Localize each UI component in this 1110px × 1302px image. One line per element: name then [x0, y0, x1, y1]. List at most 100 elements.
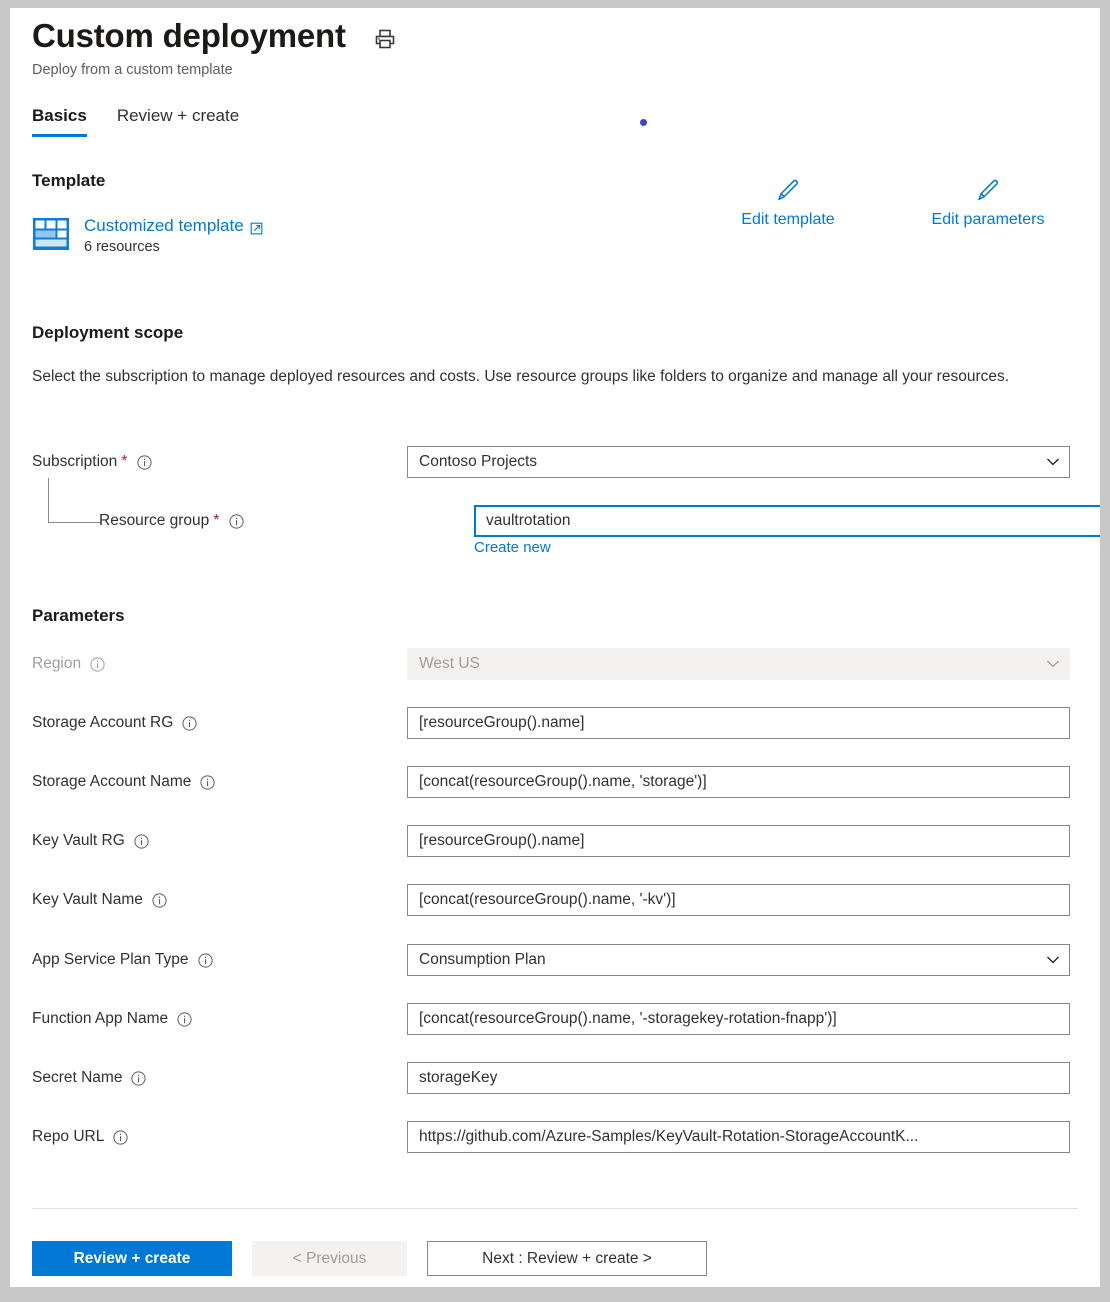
create-new-resource-group-link[interactable]: Create new	[474, 539, 551, 556]
template-section: Template Customized template	[32, 171, 1072, 255]
footer-actions: Review + create < Previous Next : Review…	[32, 1241, 707, 1276]
storage-account-name-input[interactable]: [concat(resourceGroup().name, 'storage')…	[407, 766, 1070, 798]
repo-url-label-text: Repo URL	[32, 1128, 104, 1146]
secret-name-input[interactable]: storageKey	[407, 1062, 1070, 1094]
edit-template-label: Edit template	[741, 211, 834, 229]
key-vault-name-label-text: Key Vault Name	[32, 891, 143, 909]
app-service-plan-type-control: Consumption Plan	[407, 944, 1078, 976]
template-info: Customized template 6 resources	[84, 215, 263, 255]
key-vault-name-input[interactable]: [concat(resourceGroup().name, '-kv')]	[407, 884, 1070, 916]
region-control: West US	[407, 648, 1078, 680]
key-vault-rg-label-text: Key Vault RG	[32, 832, 125, 850]
repo-url-control: https://github.com/Azure-Samples/KeyVaul…	[407, 1121, 1078, 1153]
parameters-heading: Parameters	[32, 606, 125, 626]
info-icon[interactable]	[198, 953, 213, 968]
function-app-name-control: [concat(resourceGroup().name, '-storagek…	[407, 1003, 1078, 1035]
pencil-icon	[973, 175, 1003, 205]
template-grid-icon	[32, 215, 70, 253]
resource-group-label-text: Resource group	[99, 512, 209, 530]
function-app-name-input-wrap: [concat(resourceGroup().name, '-storagek…	[407, 1003, 1070, 1035]
key-vault-rg-input[interactable]: [resourceGroup().name]	[407, 825, 1070, 857]
storage-account-rg-input[interactable]: [resourceGroup().name]	[407, 707, 1070, 739]
template-resource-count: 6 resources	[84, 239, 263, 255]
repo-url-label: Repo URL	[32, 1128, 407, 1146]
template-row: Customized template 6 resources	[32, 215, 1072, 255]
custom-deployment-blade: Custom deployment Deploy from a custom t…	[10, 8, 1100, 1287]
title-row: Custom deployment	[32, 18, 1072, 54]
storage-account-name-input-wrap: [concat(resourceGroup().name, 'storage')…	[407, 766, 1070, 798]
pencil-icon	[773, 175, 803, 205]
secret-name-input-wrap: storageKey	[407, 1062, 1070, 1094]
required-marker: *	[213, 513, 219, 529]
storage-account-rg-control: [resourceGroup().name]	[407, 707, 1078, 739]
key-vault-name-control: [concat(resourceGroup().name, '-kv')]	[407, 884, 1078, 916]
page-title: Custom deployment	[32, 18, 346, 54]
resource-group-control: vaultrotation Create new	[474, 505, 1100, 537]
storage-account-name-label-text: Storage Account Name	[32, 773, 191, 791]
info-icon[interactable]	[113, 1130, 128, 1145]
field-row-region: Region West US	[32, 648, 1078, 680]
info-icon[interactable]	[229, 514, 244, 529]
app-service-plan-type-label-text: App Service Plan Type	[32, 951, 189, 969]
resource-group-dropdown[interactable]: vaultrotation Create new	[474, 505, 1100, 537]
function-app-name-input[interactable]: [concat(resourceGroup().name, '-storagek…	[407, 1003, 1070, 1035]
repo-url-input-wrap: https://github.com/Azure-Samples/KeyVaul…	[407, 1121, 1070, 1153]
external-link-icon	[250, 220, 263, 233]
info-icon[interactable]	[152, 893, 167, 908]
key-vault-rg-control: [resourceGroup().name]	[407, 825, 1078, 857]
subscription-label-text: Subscription	[32, 453, 117, 471]
edit-template-button[interactable]: Edit template	[722, 175, 854, 229]
secret-name-label: Secret Name	[32, 1069, 407, 1087]
repo-url-input[interactable]: https://github.com/Azure-Samples/KeyVaul…	[407, 1121, 1070, 1153]
edit-parameters-label: Edit parameters	[932, 211, 1045, 229]
print-icon[interactable]	[374, 28, 396, 50]
field-row-key-vault-name: Key Vault Name [concat(resourceGroup().n…	[32, 884, 1078, 916]
secret-name-control: storageKey	[407, 1062, 1078, 1094]
secret-name-label-text: Secret Name	[32, 1069, 122, 1087]
function-app-name-label-text: Function App Name	[32, 1010, 168, 1028]
region-dropdown: West US	[407, 648, 1070, 680]
customized-template-link[interactable]: Customized template	[84, 216, 263, 236]
subscription-dropdown[interactable]: Contoso Projects	[407, 446, 1070, 478]
region-label: Region	[32, 655, 407, 673]
blade-header: Custom deployment Deploy from a custom t…	[32, 18, 1072, 78]
review-create-button[interactable]: Review + create	[32, 1241, 232, 1276]
field-row-repo-url: Repo URL https://github.com/Azure-Sample…	[32, 1121, 1078, 1153]
storage-account-rg-label-text: Storage Account RG	[32, 714, 173, 732]
storage-account-name-label: Storage Account Name	[32, 773, 407, 791]
tab-list: Basics Review + create	[32, 106, 239, 137]
info-icon[interactable]	[200, 775, 215, 790]
template-edit-actions: Edit template Edit parameters	[722, 175, 1054, 229]
subscription-label: Subscription *	[32, 453, 407, 471]
next-review-create-button[interactable]: Next : Review + create >	[427, 1241, 707, 1276]
info-icon[interactable]	[131, 1071, 146, 1086]
footer-separator	[32, 1208, 1078, 1209]
region-label-text: Region	[32, 655, 81, 673]
key-vault-name-input-wrap: [concat(resourceGroup().name, '-kv')]	[407, 884, 1070, 916]
region-value: West US	[407, 648, 1070, 680]
key-vault-name-label: Key Vault Name	[32, 891, 407, 909]
storage-account-name-control: [concat(resourceGroup().name, 'storage')…	[407, 766, 1078, 798]
deployment-scope-section: Deployment scope Select the subscription…	[32, 323, 1072, 389]
app-service-plan-type-dropdown[interactable]: Consumption Plan	[407, 944, 1070, 976]
field-row-app-service-plan-type: App Service Plan Type Consumption Plan	[32, 944, 1078, 976]
subscription-control: Contoso Projects	[407, 446, 1078, 478]
storage-account-rg-input-wrap: [resourceGroup().name]	[407, 707, 1070, 739]
deployment-scope-description: Select the subscription to manage deploy…	[32, 365, 1022, 389]
info-icon[interactable]	[134, 834, 149, 849]
cursor-dot-marker	[640, 119, 647, 126]
info-icon[interactable]	[137, 455, 152, 470]
info-icon[interactable]	[182, 716, 197, 731]
tab-basics[interactable]: Basics	[32, 106, 87, 137]
edit-parameters-button[interactable]: Edit parameters	[922, 175, 1054, 229]
field-row-subscription: Subscription * Contoso Projects	[32, 446, 1078, 478]
key-vault-rg-input-wrap: [resourceGroup().name]	[407, 825, 1070, 857]
field-row-storage-account-rg: Storage Account RG [resourceGroup().name…	[32, 707, 1078, 739]
info-icon[interactable]	[90, 657, 105, 672]
info-icon[interactable]	[177, 1012, 192, 1027]
deployment-scope-heading: Deployment scope	[32, 323, 1072, 343]
function-app-name-label: Function App Name	[32, 1010, 407, 1028]
tab-review-create[interactable]: Review + create	[117, 106, 239, 137]
field-row-function-app-name: Function App Name [concat(resourceGroup(…	[32, 1003, 1078, 1035]
field-row-resource-group: Resource group * vaultrotation Create ne…	[32, 505, 1078, 537]
